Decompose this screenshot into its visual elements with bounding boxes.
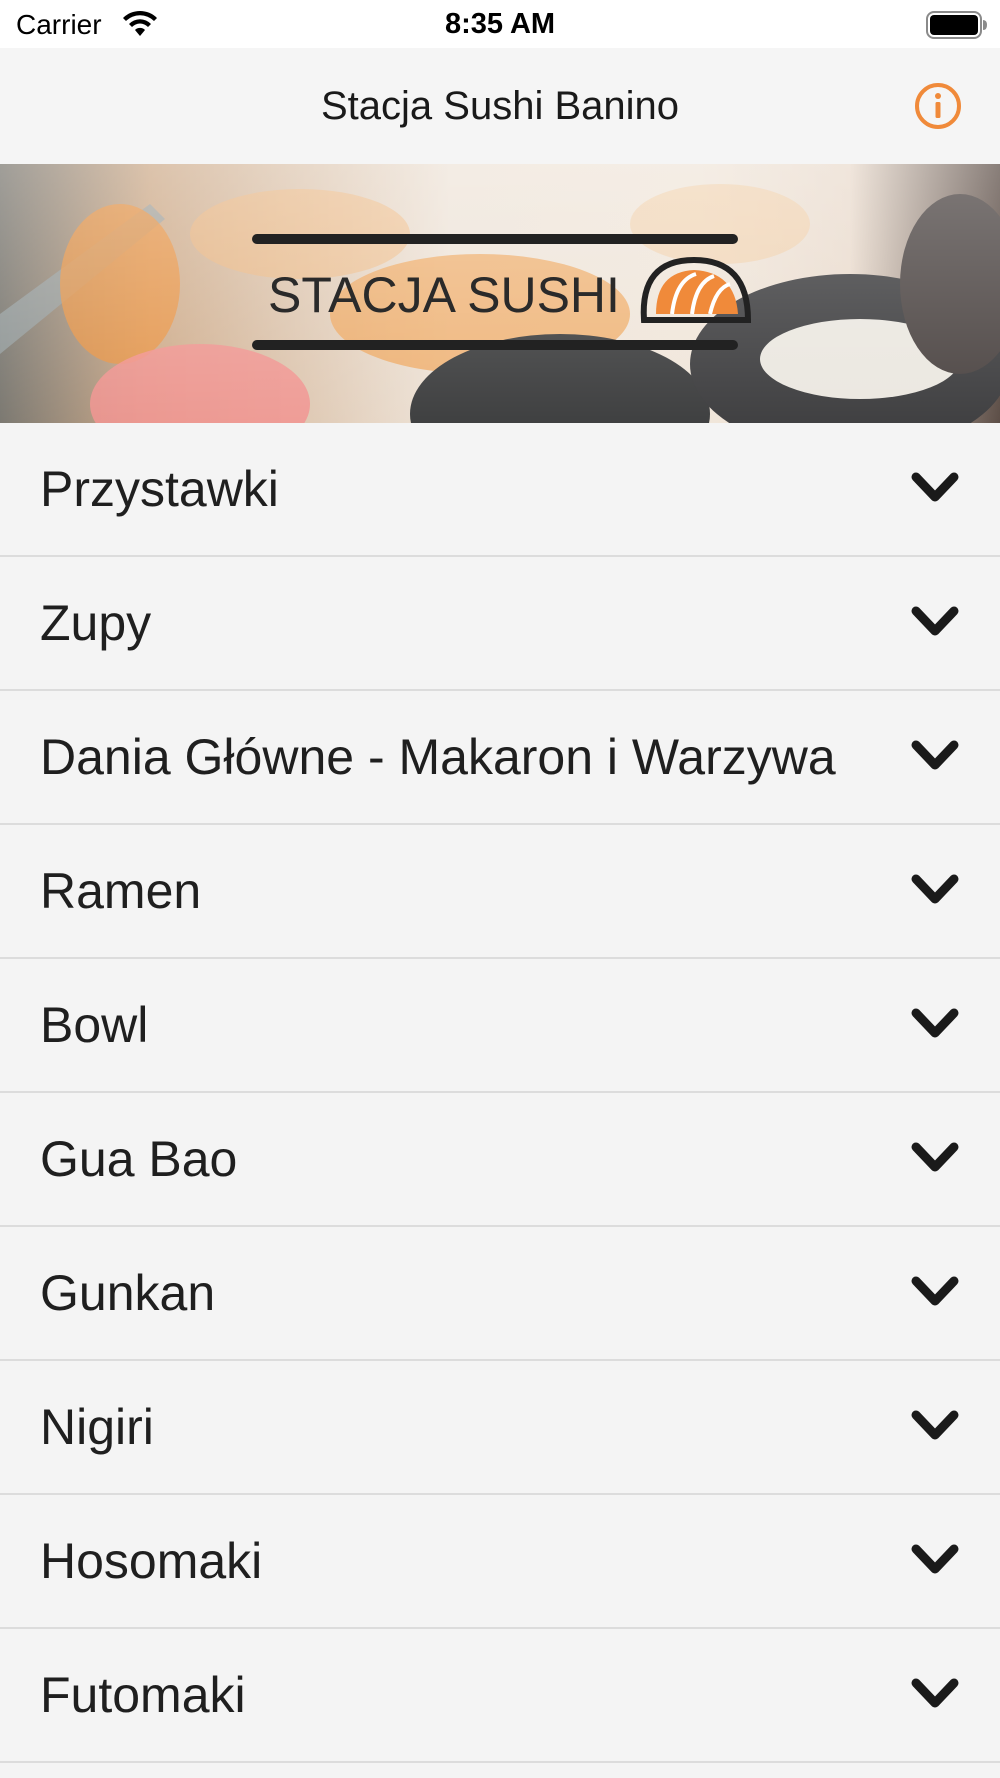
- restaurant-banner: STACJA SUSHI: [0, 164, 1000, 423]
- chevron-down-icon[interactable]: [910, 869, 960, 913]
- page-title: Stacja Sushi Banino: [320, 84, 679, 128]
- chevron-down-icon[interactable]: [910, 467, 960, 511]
- category-row-nigiri[interactable]: Nigiri: [0, 1361, 1000, 1495]
- chevron-down-icon[interactable]: [910, 1003, 960, 1047]
- category-row-gua-bao[interactable]: Gua Bao: [0, 1093, 1000, 1227]
- chevron-down-icon[interactable]: [910, 1271, 960, 1315]
- chevron-down-icon[interactable]: [910, 1673, 960, 1717]
- status-time: 8:35 AM: [444, 8, 556, 40]
- chevron-down-icon[interactable]: [910, 601, 960, 645]
- chevron-down-icon[interactable]: [910, 1539, 960, 1583]
- banner-image: STACJA SUSHI: [0, 164, 1000, 423]
- info-icon[interactable]: [914, 82, 962, 130]
- chevron-down-icon[interactable]: [910, 735, 960, 779]
- category-row-zupy[interactable]: Zupy: [0, 557, 1000, 691]
- banner-logo-text: STACJA SUSHI: [268, 267, 620, 323]
- category-label: Hosomaki: [40, 1533, 263, 1589]
- menu-category-list: Przystawki Zupy Dania Główne - Makaron i…: [0, 423, 1000, 1763]
- category-row-hosomaki[interactable]: Hosomaki: [0, 1495, 1000, 1629]
- category-row-dania-glowne[interactable]: Dania Główne - Makaron i Warzywa: [0, 691, 1000, 825]
- chevron-down-icon[interactable]: [910, 1137, 960, 1181]
- category-row-gunkan[interactable]: Gunkan: [0, 1227, 1000, 1361]
- category-row-przystawki[interactable]: Przystawki: [0, 423, 1000, 557]
- category-label: Przystawki: [40, 461, 279, 517]
- category-label: Futomaki: [40, 1667, 246, 1723]
- status-bar: Carrier 8:35 AM: [0, 0, 1000, 48]
- category-row-bowl[interactable]: Bowl: [0, 959, 1000, 1093]
- battery-icon: [926, 11, 987, 39]
- category-row-ramen[interactable]: Ramen: [0, 825, 1000, 959]
- category-label: Dania Główne - Makaron i Warzywa: [40, 729, 836, 785]
- category-label: Gunkan: [40, 1265, 216, 1321]
- category-label: Zupy: [40, 595, 152, 651]
- category-label: Ramen: [40, 863, 202, 919]
- navigation-bar: Stacja Sushi Banino: [0, 48, 1000, 164]
- category-label: Gua Bao: [40, 1131, 238, 1187]
- chevron-down-icon[interactable]: [910, 1405, 960, 1449]
- category-label: Bowl: [40, 997, 149, 1053]
- category-label: Nigiri: [40, 1399, 154, 1455]
- app-screen: Carrier 8:35 AM Stacja Sushi Banino STAC…: [0, 0, 1000, 1778]
- category-row-futomaki[interactable]: Futomaki: [0, 1629, 1000, 1763]
